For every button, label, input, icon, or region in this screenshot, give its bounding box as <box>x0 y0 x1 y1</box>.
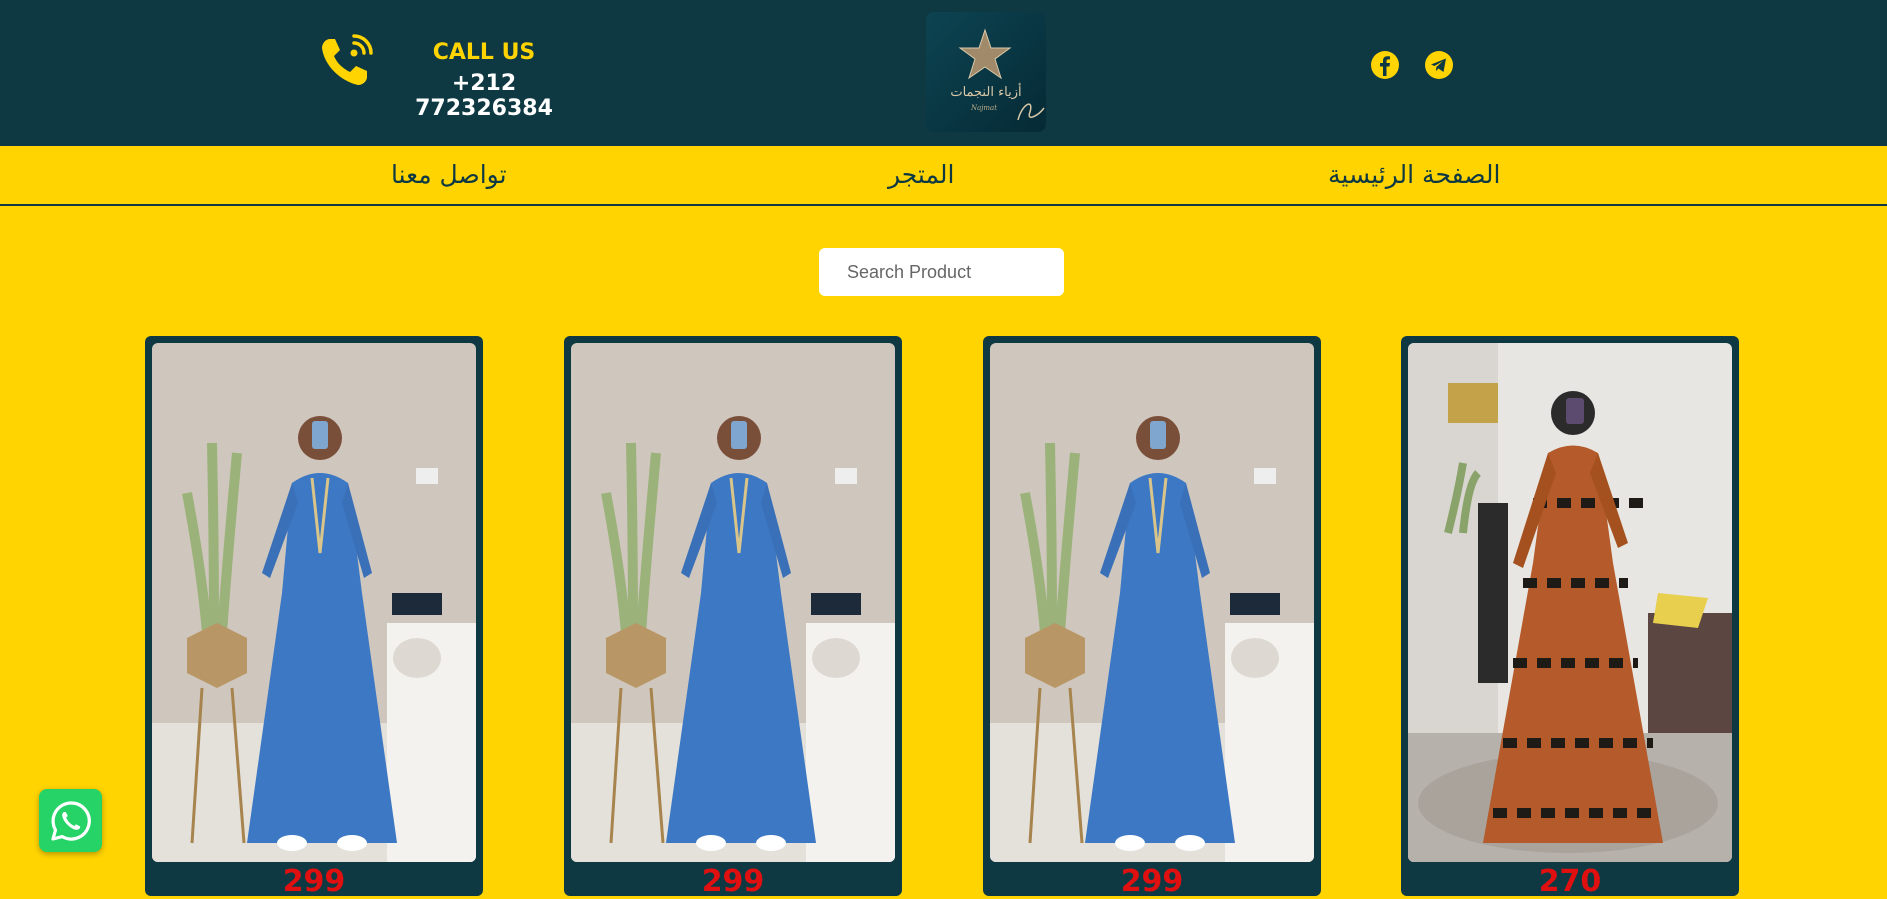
product-image[interactable] <box>571 343 895 862</box>
nav-shop[interactable]: المتجر <box>888 160 955 189</box>
phone-number[interactable]: +212 772326384 <box>394 71 574 121</box>
whatsapp-icon <box>51 801 91 841</box>
product-card[interactable]: 299 <box>145 336 483 899</box>
product-card[interactable]: 299 <box>983 336 1321 899</box>
call-us-label: CALL US <box>432 40 536 65</box>
product-image[interactable] <box>152 343 476 862</box>
top-header: CALL US +212 772326384 أزياء النجمات Naj… <box>0 0 1887 146</box>
logo-text: أزياء النجمات <box>950 83 1021 100</box>
brand-logo[interactable]: أزياء النجمات Najmat <box>926 12 1046 132</box>
product-price: 270 <box>1538 864 1602 899</box>
main-nav: الصفحة الرئيسية المتجر تواصل معنا <box>0 146 1887 206</box>
nav-contact[interactable]: تواصل معنا <box>391 160 507 189</box>
logo-subtext: Najmat <box>970 104 997 112</box>
product-card[interactable]: 299 <box>564 336 902 899</box>
product-price: 299 <box>701 864 765 899</box>
search-input[interactable] <box>819 248 1064 296</box>
star-logo-icon: أزياء النجمات Najmat <box>926 12 1046 132</box>
product-image[interactable] <box>1408 343 1732 862</box>
product-image[interactable] <box>990 343 1314 862</box>
whatsapp-button[interactable] <box>39 789 102 852</box>
product-price: 299 <box>282 864 346 899</box>
facebook-icon[interactable] <box>1370 50 1400 80</box>
product-card[interactable]: 270 <box>1401 336 1739 899</box>
telegram-icon[interactable] <box>1424 50 1454 80</box>
nav-home[interactable]: الصفحة الرئيسية <box>1328 160 1501 189</box>
product-price: 299 <box>1120 864 1184 899</box>
phone-call-icon[interactable] <box>318 33 374 89</box>
